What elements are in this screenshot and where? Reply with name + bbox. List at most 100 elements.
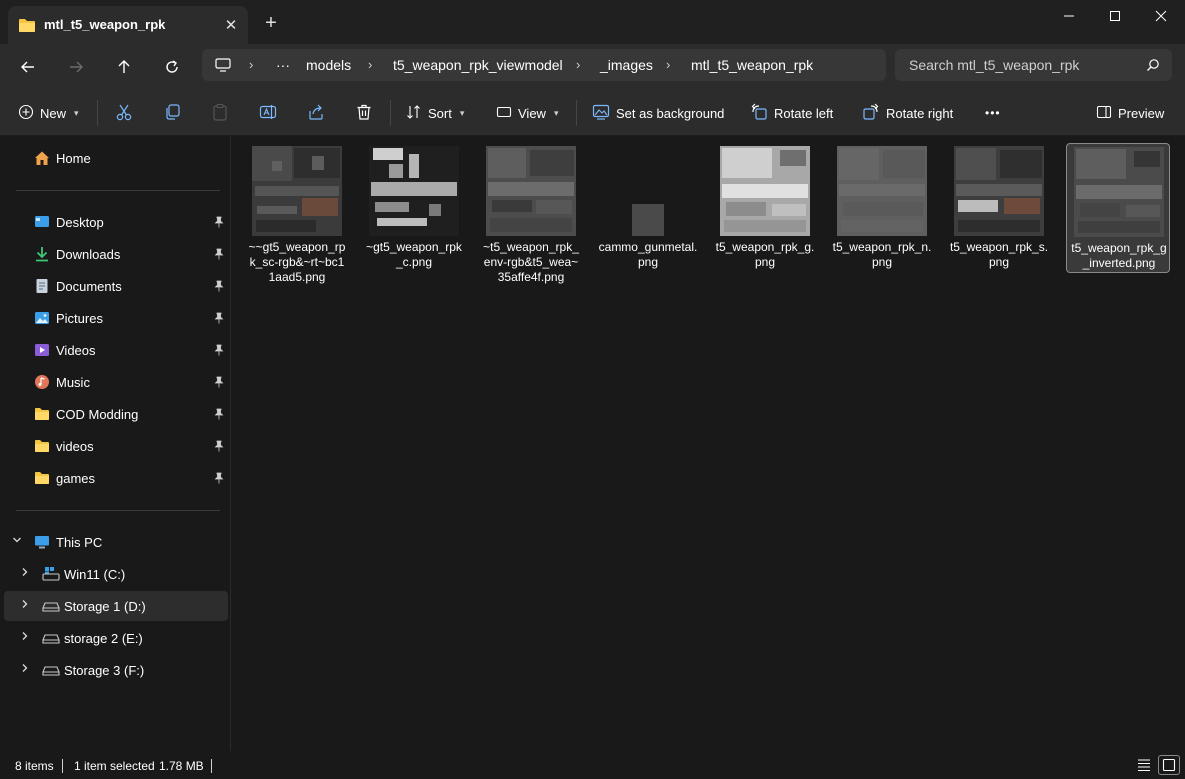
more-options-button[interactable]: ••• <box>985 102 1001 124</box>
chevron-right-icon[interactable] <box>20 631 30 644</box>
plus-circle-icon <box>18 104 34 123</box>
sidebar-item-label: This PC <box>56 535 103 550</box>
new-tab-button[interactable]: + <box>260 12 282 34</box>
chevron-right-icon[interactable] <box>20 567 30 580</box>
divider <box>16 190 220 191</box>
sort-button[interactable]: Sort ▾ <box>406 102 464 124</box>
folder-icon <box>34 406 50 422</box>
sidebar-item-drive-f[interactable]: Storage 3 (F:) <box>4 655 228 685</box>
share-button[interactable] <box>307 102 325 124</box>
file-item[interactable]: cammo_gunmetal.png <box>596 143 700 273</box>
search-box[interactable]: Search mtl_t5_weapon_rpk <box>895 49 1172 81</box>
search-placeholder: Search mtl_t5_weapon_rpk <box>909 57 1080 73</box>
view-button[interactable]: View ▾ <box>496 102 558 124</box>
sidebar-item-label: Home <box>56 151 91 166</box>
downloads-icon <box>34 246 50 262</box>
drive-icon <box>42 630 60 646</box>
breadcrumb-images[interactable]: _images <box>600 57 653 73</box>
file-item[interactable]: ~~gt5_weapon_rpk_sc-rgb&~rt~bc11aad5.png <box>245 143 349 284</box>
file-name: t5_weapon_rpk_g_inverted.png <box>1071 241 1167 270</box>
large-icons-view-button[interactable] <box>1158 755 1180 775</box>
delete-button[interactable] <box>355 102 373 124</box>
pin-icon[interactable] <box>214 376 224 388</box>
close-window-button[interactable] <box>1138 2 1184 30</box>
rotate-right-icon <box>862 103 880 124</box>
sidebar-item-documents[interactable]: Documents <box>4 271 228 301</box>
breadcrumb-separator: › <box>249 57 254 72</box>
cut-button[interactable] <box>115 102 133 124</box>
chevron-right-icon[interactable] <box>20 663 30 676</box>
file-view: ~~gt5_weapon_rpk_sc-rgb&~rt~bc11aad5.png… <box>231 136 1185 751</box>
sidebar-item-videos[interactable]: Videos <box>4 335 228 365</box>
navigation-pane: Home Desktop Downloads Documents Picture… <box>0 136 230 751</box>
sidebar-item-videos-folder[interactable]: videos <box>4 431 228 461</box>
address-bar[interactable]: › ··· models › t5_weapon_rpk_viewmodel ›… <box>202 49 886 81</box>
pin-icon[interactable] <box>214 248 224 260</box>
sidebar-item-home[interactable]: Home <box>4 143 228 173</box>
new-button[interactable]: New ▾ <box>18 102 79 124</box>
copy-icon <box>163 103 181 124</box>
file-name: t5_weapon_rpk_n.png <box>832 240 932 269</box>
back-button[interactable] <box>13 52 43 82</box>
sidebar-item-label: Storage 3 (F:) <box>64 663 145 678</box>
refresh-button[interactable] <box>157 52 187 82</box>
pin-icon[interactable] <box>214 312 224 324</box>
breadcrumb-current[interactable]: mtl_t5_weapon_rpk <box>691 57 813 73</box>
forward-button[interactable] <box>61 52 91 82</box>
up-button[interactable] <box>109 52 139 82</box>
sidebar-item-label: Videos <box>56 343 96 358</box>
image-thumbnail <box>837 146 927 236</box>
breadcrumb-models[interactable]: models <box>306 57 351 73</box>
pin-icon[interactable] <box>214 344 224 356</box>
sidebar-item-label: Documents <box>56 279 122 294</box>
chevron-right-icon[interactable] <box>20 599 30 612</box>
preview-pane-button[interactable]: Preview <box>1096 102 1164 124</box>
copy-button[interactable] <box>163 102 181 124</box>
chevron-down-icon: ▾ <box>553 107 559 118</box>
selection-count: 1 item selected <box>74 759 155 773</box>
rename-button[interactable] <box>259 102 277 124</box>
breadcrumb-more[interactable]: ··· <box>276 57 290 73</box>
windows-drive-icon <box>42 566 60 582</box>
rotate-left-button[interactable]: Rotate left <box>750 102 833 124</box>
close-tab-button[interactable]: ✕ <box>220 14 242 36</box>
paste-button[interactable] <box>211 102 229 124</box>
file-item[interactable]: ~t5_weapon_rpk_env-rgb&t5_wea~35affe4f.p… <box>479 143 583 284</box>
sidebar-item-music[interactable]: Music <box>4 367 228 397</box>
minimize-button[interactable] <box>1046 2 1092 30</box>
file-item[interactable]: t5_weapon_rpk_g_inverted.png <box>1066 143 1170 273</box>
file-item[interactable]: t5_weapon_rpk_s.png <box>947 143 1051 273</box>
sidebar-item-downloads[interactable]: Downloads <box>4 239 228 269</box>
file-item[interactable]: ~gt5_weapon_rpk_c.png <box>362 143 466 273</box>
sidebar-item-drive-d[interactable]: Storage 1 (D:) <box>4 591 228 621</box>
file-item[interactable]: t5_weapon_rpk_g.png <box>713 143 817 273</box>
sidebar-item-drive-e[interactable]: storage 2 (E:) <box>4 623 228 653</box>
new-label: New <box>40 105 67 121</box>
sidebar-item-drive-c[interactable]: Win11 (C:) <box>4 559 228 589</box>
file-name: t5_weapon_rpk_g.png <box>715 240 815 269</box>
music-icon <box>34 374 50 390</box>
pin-icon[interactable] <box>214 280 224 292</box>
wallpaper-icon <box>592 104 610 123</box>
set-as-background-button[interactable]: Set as background <box>592 102 724 124</box>
pin-icon[interactable] <box>214 440 224 452</box>
chevron-down-icon: ▾ <box>459 107 465 118</box>
sidebar-item-desktop[interactable]: Desktop <box>4 207 228 237</box>
tab-current[interactable]: mtl_t5_weapon_rpk ✕ <box>8 6 248 44</box>
maximize-button[interactable] <box>1092 2 1138 30</box>
pin-icon[interactable] <box>214 408 224 420</box>
chevron-down-icon[interactable] <box>12 535 22 548</box>
sidebar-item-games[interactable]: games <box>4 463 228 493</box>
breadcrumb-viewmodel[interactable]: t5_weapon_rpk_viewmodel <box>393 57 563 73</box>
pin-icon[interactable] <box>214 216 224 228</box>
details-view-button[interactable] <box>1136 757 1152 776</box>
sidebar-item-cod-modding[interactable]: COD Modding <box>4 399 228 429</box>
this-pc-icon[interactable] <box>214 57 232 76</box>
file-item[interactable]: t5_weapon_rpk_n.png <box>830 143 934 273</box>
home-icon <box>34 150 50 166</box>
image-thumbnail <box>486 146 576 236</box>
sidebar-item-this-pc[interactable]: This PC <box>4 527 228 557</box>
rotate-right-button[interactable]: Rotate right <box>862 102 953 124</box>
pin-icon[interactable] <box>214 472 224 484</box>
sidebar-item-pictures[interactable]: Pictures <box>4 303 228 333</box>
